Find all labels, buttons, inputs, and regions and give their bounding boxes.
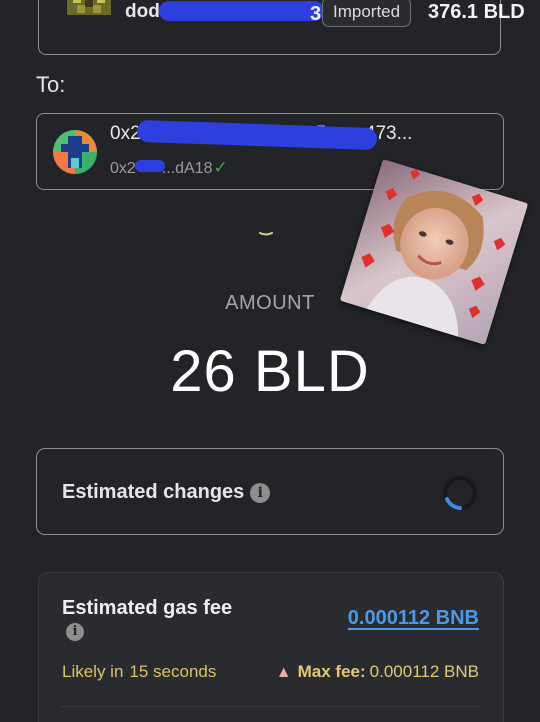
divider (61, 706, 481, 707)
estimated-changes-card: Estimated changes i (36, 448, 504, 535)
gas-likely-time: Likely in 15 seconds (62, 662, 217, 681)
redaction-mark (159, 1, 324, 21)
amount-label: AMOUNT (225, 292, 315, 314)
imported-badge: Imported (322, 0, 412, 27)
amount-value: 26 BLD (170, 339, 370, 404)
from-account-balance: 376.1 BLD (428, 1, 525, 23)
from-account-name: dod (125, 1, 160, 22)
redaction-mark (135, 160, 165, 172)
info-icon[interactable]: i (66, 623, 84, 641)
to-label: To: (36, 72, 66, 97)
estimated-changes-title: Estimated changes i (62, 481, 271, 504)
warning-icon: ▲ (275, 664, 292, 681)
info-icon[interactable]: i (250, 482, 271, 503)
gas-fee-title: Estimated gas fee (62, 597, 233, 619)
check-icon: ✓ (213, 158, 228, 177)
gas-max-fee: ▲ Max fee: 0.000112 BNB (275, 662, 479, 681)
from-account-card[interactable]: dod 3 Imported 376.1 BLD (38, 0, 525, 55)
gas-fee-amount-link[interactable]: 0.000112 BNB (348, 607, 479, 630)
recipient-avatar (53, 130, 97, 174)
loading-spinner-icon (442, 475, 478, 511)
from-account-avatar (67, 0, 111, 15)
from-account-name-suffix: 3 (310, 3, 322, 25)
gas-fee-card: Estimated gas fee i 0.000112 BNB Likely … (38, 572, 504, 722)
loading-spinner-icon (258, 224, 274, 236)
recipient-address-short[interactable]: 0x2 ...dA18✓ (110, 158, 228, 178)
